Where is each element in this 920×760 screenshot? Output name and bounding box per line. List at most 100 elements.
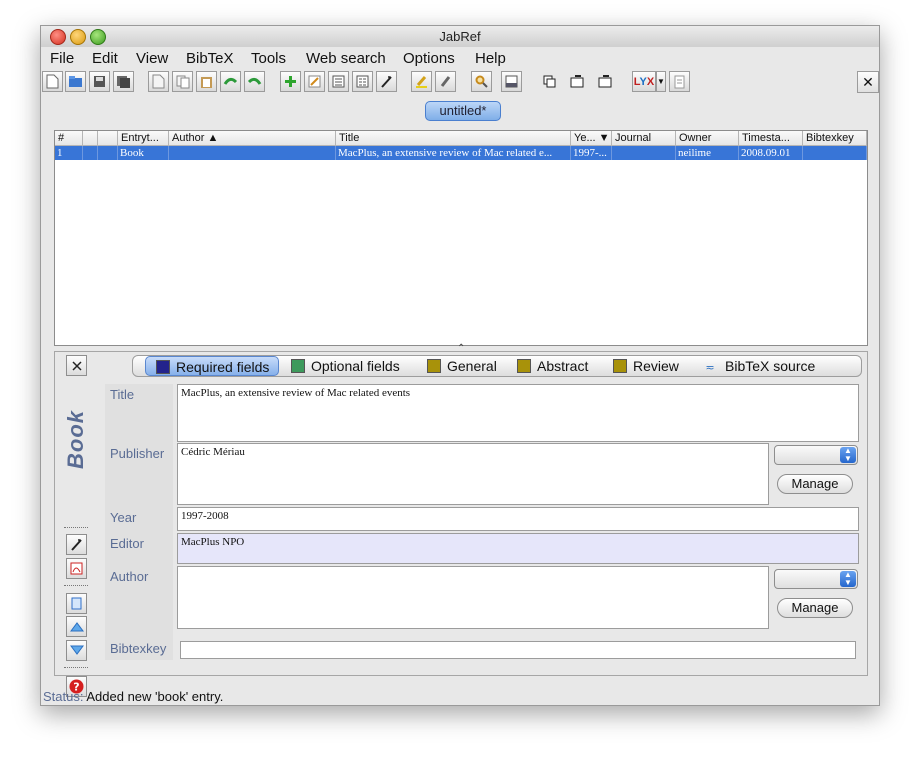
cell-entrytype: Book (118, 146, 169, 160)
tab-required-fields-label: Required fields (176, 359, 270, 375)
menu-bibtex[interactable]: BibTeX (186, 50, 234, 67)
author-manage-button[interactable]: Manage (777, 598, 853, 618)
close-editor-button[interactable] (66, 355, 87, 376)
generate-key-button[interactable] (66, 534, 87, 555)
publisher-field[interactable]: Cédric Mériau (177, 443, 769, 505)
column-header-year[interactable]: Ye... ▼ (571, 131, 612, 146)
lyx-dropdown-icon[interactable]: ▼ (656, 71, 666, 92)
close-database-button[interactable]: ✕ (857, 71, 879, 93)
entry-table: # Entryt... Author ▲ Title Ye... ▼ Journ… (54, 130, 868, 346)
author-field[interactable] (177, 566, 769, 629)
push-right-icon[interactable] (595, 71, 616, 92)
menu-bar: File Edit View BibTeX Tools Web search O… (41, 47, 879, 69)
tab-untitled[interactable]: untitled* (425, 101, 501, 121)
minimize-window-icon[interactable] (70, 29, 86, 45)
year-field[interactable]: 1997-2008 (177, 507, 859, 531)
highlight-icon[interactable] (411, 71, 432, 92)
copy-icon[interactable] (172, 71, 193, 92)
new-file-icon[interactable] (42, 71, 63, 92)
app-window: JabRef File Edit View BibTeX Tools Web s… (40, 25, 880, 706)
publisher-manage-button[interactable]: Manage (777, 474, 853, 494)
cell-bibtexkey (803, 146, 867, 160)
menu-tools[interactable]: Tools (251, 50, 286, 67)
tab-required-fields[interactable]: Required fields (145, 356, 279, 376)
menu-edit[interactable]: Edit (92, 50, 118, 67)
abstract-swatch (517, 359, 531, 373)
column-header-timestamp[interactable]: Timesta... (739, 131, 803, 146)
column-header-journal[interactable]: Journal (612, 131, 676, 146)
chevron-updown-icon: ▲ ▼ (840, 447, 856, 463)
column-header-entrytype[interactable]: Entryt... (118, 131, 169, 146)
column-header-icon1[interactable] (83, 131, 98, 146)
next-entry-icon[interactable] (66, 640, 87, 661)
bibtexkey-field[interactable] (180, 641, 856, 659)
add-entry-icon[interactable] (280, 71, 301, 92)
tab-bibtex-source[interactable]: ≂ BibTeX source (703, 356, 815, 376)
status-text: Added new 'book' entry. (86, 689, 224, 704)
lyx-icon[interactable]: LYX (632, 71, 656, 92)
export-icon[interactable] (669, 71, 690, 92)
title-field[interactable]: MacPlus, an extensive review of Mac rela… (177, 384, 859, 442)
column-header-icon2[interactable] (98, 131, 118, 146)
tab-general[interactable]: General (427, 356, 497, 376)
cell-number: 1 (55, 146, 83, 160)
year-label: Year (110, 510, 137, 525)
pdf-icon[interactable] (66, 558, 87, 579)
open-icon[interactable] (65, 71, 86, 92)
entry-editor: Book ? Required fields Optional fields G… (54, 351, 868, 697)
optional-fields-swatch (291, 359, 305, 373)
tab-general-label: General (447, 358, 497, 374)
cut-icon[interactable] (148, 71, 169, 92)
preamble-icon[interactable] (328, 71, 349, 92)
strings-icon[interactable] (352, 71, 373, 92)
menu-options[interactable]: Options (403, 50, 455, 67)
close-window-icon[interactable] (50, 29, 66, 45)
previous-entry-icon[interactable] (66, 616, 87, 637)
search-icon[interactable] (471, 71, 492, 92)
preview-icon[interactable] (501, 71, 522, 92)
editor-sidebar: Book ? (55, 352, 103, 697)
publisher-select[interactable]: ▲ ▼ (774, 445, 858, 465)
cell-icon2 (98, 146, 118, 160)
menu-file[interactable]: File (50, 50, 74, 67)
push-left-icon[interactable] (567, 71, 588, 92)
tab-review[interactable]: Review (613, 356, 679, 376)
cell-icon1 (83, 146, 98, 160)
chevron-updown-icon: ▲ ▼ (840, 571, 856, 587)
tab-abstract[interactable]: Abstract (517, 356, 588, 376)
zoom-window-icon[interactable] (90, 29, 106, 45)
tab-bibtex-source-label: BibTeX source (725, 358, 816, 374)
menu-view[interactable]: View (136, 50, 168, 67)
review-swatch (613, 359, 627, 373)
save-all-icon[interactable] (113, 71, 134, 92)
menu-help[interactable]: Help (475, 50, 506, 67)
status-label: Status: (43, 689, 84, 704)
cell-author (169, 146, 336, 160)
bibtexkey-label: Bibtexkey (110, 641, 167, 656)
tab-optional-fields[interactable]: Optional fields (291, 356, 400, 376)
tab-optional-fields-label: Optional fields (311, 358, 400, 374)
wand-icon[interactable] (376, 71, 397, 92)
menu-web-search[interactable]: Web search (306, 50, 386, 67)
cell-journal (612, 146, 676, 160)
title-bar[interactable]: JabRef (41, 26, 879, 48)
author-select[interactable]: ▲ ▼ (774, 569, 858, 589)
clear-icon[interactable] (435, 71, 456, 92)
column-header-bibtexkey[interactable]: Bibtexkey (803, 131, 867, 146)
column-header-number[interactable]: # (55, 131, 83, 146)
store-field-button[interactable] (66, 593, 87, 614)
duplicate-icon[interactable] (539, 71, 560, 92)
save-icon[interactable] (89, 71, 110, 92)
tab-abstract-label: Abstract (537, 358, 589, 374)
undo-icon[interactable] (220, 71, 241, 92)
paste-icon[interactable] (196, 71, 217, 92)
edit-entry-icon[interactable] (304, 71, 325, 92)
editor-field[interactable]: MacPlus NPO (177, 533, 859, 564)
sidebar-divider-3 (64, 667, 88, 668)
redo-icon[interactable] (244, 71, 265, 92)
general-swatch (427, 359, 441, 373)
column-header-title[interactable]: Title (336, 131, 571, 146)
column-header-owner[interactable]: Owner (676, 131, 739, 146)
column-header-author[interactable]: Author ▲ (169, 131, 336, 146)
entry-type-label: Book (63, 410, 88, 469)
